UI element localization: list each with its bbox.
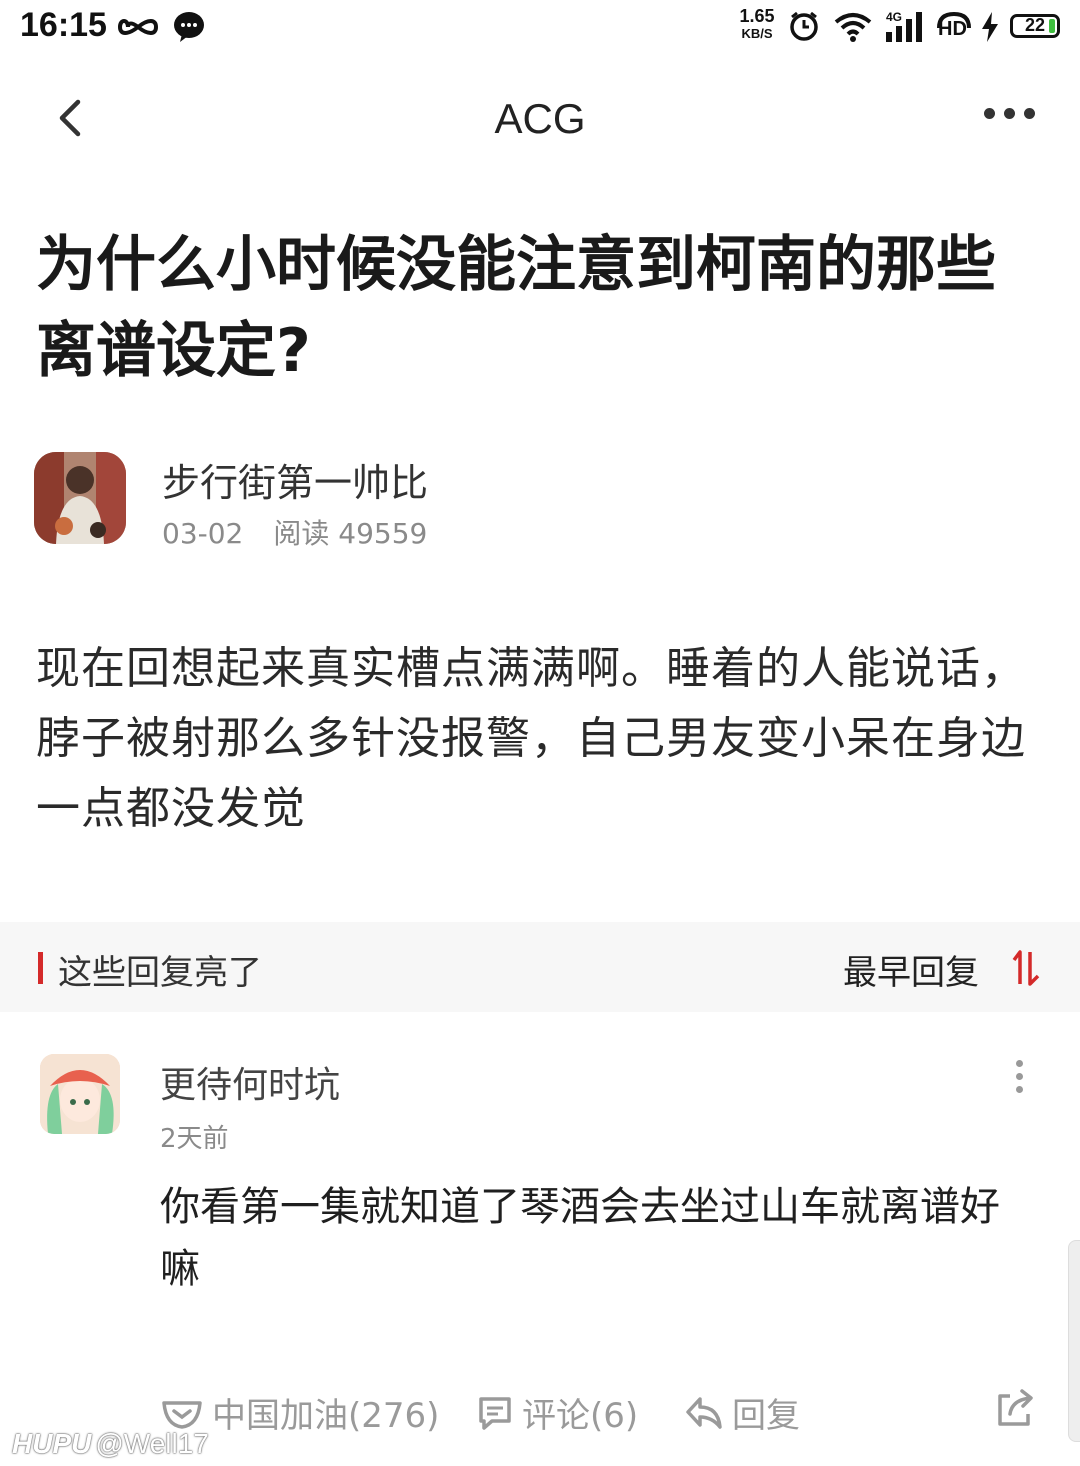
battery-icon: 22 <box>1010 14 1060 38</box>
battery-level: 22 <box>1024 15 1046 35</box>
post-date: 03-02 <box>162 517 244 550</box>
page-title: ACG <box>494 95 586 142</box>
reply-avatar[interactable] <box>40 1054 120 1134</box>
reply-more-icon[interactable] <box>1016 1060 1028 1096</box>
light-icon <box>162 1400 202 1429</box>
reply-text: 你看第一集就知道了琴酒会去坐过山车就离谱好嘛 <box>160 1184 1000 1292</box>
comment-label: 评论(6) <box>522 1396 639 1436</box>
share-icon[interactable] <box>996 1388 1036 1428</box>
reply-label: 回复 <box>732 1396 800 1436</box>
net-speed: 1.65 KB/S <box>736 6 778 42</box>
reply-time: 2天前 <box>160 1124 229 1154</box>
status-time: 16:15 <box>20 6 107 44</box>
charging-icon <box>982 12 998 42</box>
comment-button[interactable]: 评论(6) <box>476 1388 638 1437</box>
post-reads: 阅读 49559 <box>273 517 428 550</box>
chat-bubble-icon <box>174 12 204 42</box>
post-meta: 03-02 阅读 49559 <box>162 512 427 552</box>
sort-button[interactable]: 最早回复 <box>843 945 979 994</box>
watermark: HUPU @Well17 <box>12 1428 209 1460</box>
signal-icon <box>886 12 922 42</box>
light-label: 中国加油(276) <box>212 1396 440 1436</box>
post-title: 为什么小时候没能注意到柯南的那些离谱设定? <box>36 230 996 386</box>
section-accent-bar <box>38 952 43 984</box>
author-name[interactable]: 步行街第一帅比 <box>162 452 428 507</box>
reply-author-name[interactable]: 更待何时坑 <box>160 1056 340 1108</box>
reply-icon <box>686 1396 722 1429</box>
sort-icon[interactable] <box>1008 948 1044 988</box>
net-speed-value: 1.65 <box>739 6 775 26</box>
author-avatar[interactable] <box>34 452 126 544</box>
comment-icon <box>479 1396 511 1430</box>
reply-button[interactable]: 回复 <box>684 1388 800 1437</box>
net-speed-unit: KB/S <box>741 26 773 41</box>
watermark-brand: HUPU <box>12 1428 92 1459</box>
scroll-handle[interactable] <box>1068 1240 1080 1442</box>
section-title: 这些回复亮了 <box>58 953 262 993</box>
hd-label: HD <box>938 18 967 40</box>
post-body: 现在回想起来真实槽点满满啊。睡着的人能说话，脖子被射那么多针没报警，自己男友变小… <box>36 643 1026 834</box>
wifi-icon <box>834 13 872 42</box>
watermark-handle: @Well17 <box>95 1428 209 1459</box>
more-icon[interactable] <box>984 104 1044 128</box>
alarm-icon <box>790 11 818 41</box>
infinity-icon <box>118 19 158 35</box>
